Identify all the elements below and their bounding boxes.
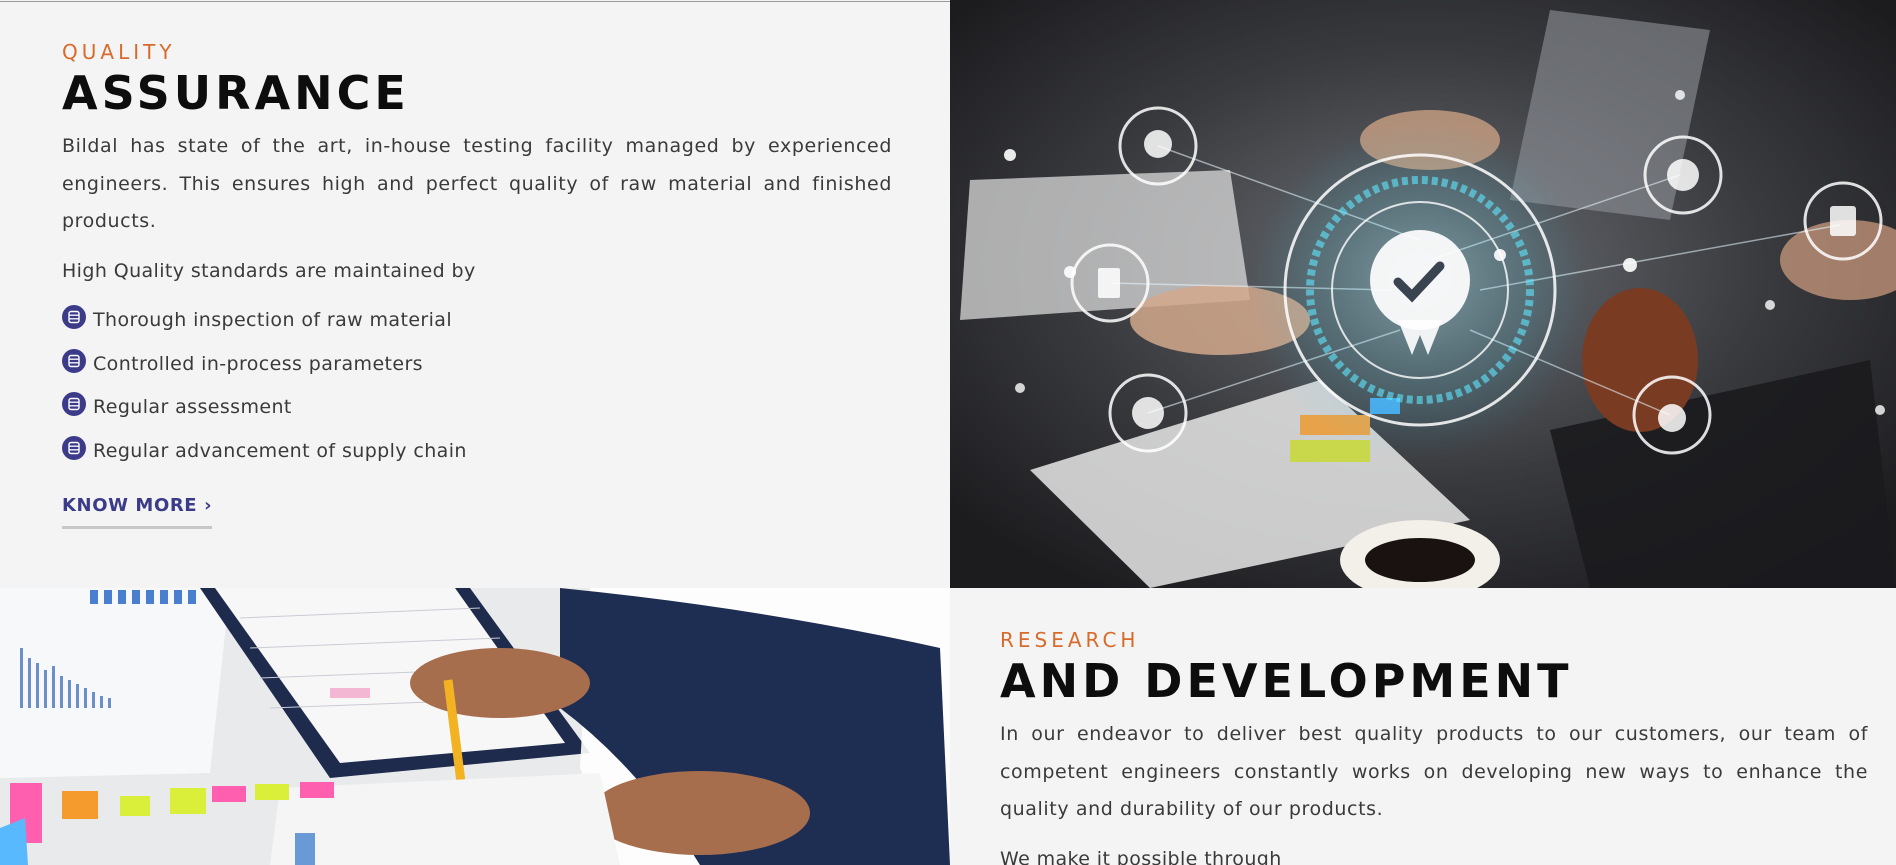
research-content: RESEARCH AND DEVELOPMENT In our endeavor…	[1000, 626, 1868, 865]
quality-subheading: High Quality standards are maintained by	[62, 259, 476, 282]
research-eyebrow: RESEARCH	[1000, 628, 1140, 652]
list-item-label: Thorough inspection of raw material	[93, 309, 453, 332]
quality-paragraph: Bildal has state of the art, in-house te…	[62, 135, 892, 232]
quality-points-list: Thorough inspection of raw material Cont…	[62, 299, 892, 473]
list-icon	[62, 392, 86, 417]
list-icon	[62, 305, 86, 330]
list-item: Thorough inspection of raw material	[62, 299, 892, 343]
research-heading: AND DEVELOPMENT	[1000, 654, 1573, 708]
know-more-link[interactable]: KNOW MORE ›	[62, 495, 213, 529]
quality-badge-network-photo	[950, 0, 1896, 588]
list-item-label: Controlled in-process parameters	[93, 352, 423, 375]
list-item-label: Regular assessment	[93, 396, 292, 419]
quality-content: QUALITY ASSURANCE Bildal has state of th…	[62, 38, 892, 529]
list-item: Regular advancement of supply chain	[62, 429, 892, 473]
page: QUALITY ASSURANCE Bildal has state of th…	[0, 0, 1896, 865]
list-item: Regular assessment	[62, 386, 892, 430]
list-item-label: Regular advancement of supply chain	[93, 439, 467, 462]
quality-heading: ASSURANCE	[62, 66, 410, 120]
research-paragraph: In our endeavor to deliver best quality …	[1000, 723, 1868, 820]
list-icon	[62, 348, 86, 373]
quality-assurance-section: QUALITY ASSURANCE Bildal has state of th…	[0, 1, 950, 588]
list-item: Controlled in-process parameters	[62, 342, 892, 386]
list-icon	[62, 435, 86, 460]
research-subheading: We make it possible through	[1000, 847, 1282, 865]
quality-eyebrow: QUALITY	[62, 40, 176, 64]
documents-pencil-photo	[0, 588, 950, 865]
